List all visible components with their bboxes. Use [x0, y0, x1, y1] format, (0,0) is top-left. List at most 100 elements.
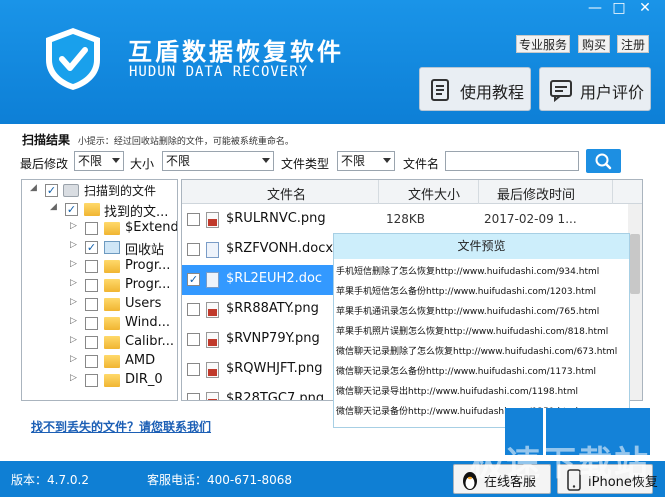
modified-filter-select[interactable]: 不限: [74, 151, 124, 171]
file-row-checkbox[interactable]: [187, 303, 200, 316]
file-row-checkbox[interactable]: [187, 213, 200, 226]
dropdown-arrow-icon: [112, 158, 120, 163]
tree-item[interactable]: ▷ Progr...: [22, 276, 177, 295]
column-header-date[interactable]: 最后修改时间: [497, 184, 575, 203]
folder-icon: [104, 298, 120, 311]
tree-item[interactable]: ▷ $Extend: [22, 219, 177, 238]
filetype-filter-label: 文件类型: [281, 157, 330, 171]
tree-item[interactable]: ▷ Wind...: [22, 314, 177, 333]
tree-item-label: Users: [125, 296, 162, 311]
file-row-checkbox[interactable]: [187, 393, 200, 400]
column-separator[interactable]: [478, 180, 479, 204]
tree-item-checkbox[interactable]: [85, 355, 98, 368]
collapse-arrow-icon[interactable]: ◢: [50, 202, 60, 212]
buy-link[interactable]: 购买: [578, 35, 610, 53]
file-name: $R28TGC7.png: [226, 391, 325, 401]
tree-found-node[interactable]: ◢ ✓ 找到的文...: [22, 200, 177, 220]
expand-arrow-icon[interactable]: ▷: [70, 297, 80, 307]
tree-item-checkbox[interactable]: [85, 374, 98, 387]
register-link[interactable]: 注册: [617, 35, 649, 53]
expand-arrow-icon[interactable]: ▷: [70, 259, 80, 269]
tree-item-checkbox[interactable]: [85, 279, 98, 292]
scrollbar-thumb[interactable]: [630, 234, 640, 294]
folder-icon: [104, 374, 120, 387]
expand-arrow-icon[interactable]: ▷: [70, 316, 80, 326]
file-row-checkbox[interactable]: ✓: [187, 273, 200, 286]
folder-tree: ◢ ✓ 扫描到的文件 ◢ ✓ 找到的文... ▷ $Extend ▷ ✓ 回收站…: [21, 179, 178, 401]
app-subtitle: HUDUN DATA RECOVERY: [129, 64, 309, 80]
tree-item-checkbox[interactable]: [85, 317, 98, 330]
collapse-arrow-icon[interactable]: ◢: [30, 183, 40, 193]
search-icon: [595, 153, 612, 170]
column-header-name[interactable]: 文件名: [267, 184, 306, 203]
file-preview-panel: 文件预览 手机短信删除了怎么恢复http://www.huifudashi.co…: [333, 233, 630, 428]
column-header-size[interactable]: 文件大小: [408, 184, 460, 203]
tree-item[interactable]: ▷ AMD: [22, 352, 177, 371]
tree-item-label: AMD: [125, 353, 156, 368]
tree-item[interactable]: ▷ ✓ 回收站: [22, 238, 177, 258]
hint-row: 扫描结果 小提示：经过回收站删除的文件，可能被系统重命名。: [22, 131, 294, 148]
file-row-checkbox[interactable]: [187, 243, 200, 256]
tutorial-button-label: 使用教程: [460, 83, 525, 102]
tree-item[interactable]: ▷ DIR_0: [22, 371, 177, 390]
search-button[interactable]: [586, 149, 621, 173]
tree-root-label: 扫描到的文件: [84, 184, 157, 198]
filetype-filter-select[interactable]: 不限: [337, 151, 395, 171]
file-row-checkbox[interactable]: [187, 333, 200, 346]
tree-item-label: DIR_0: [125, 372, 163, 387]
tree-item-checkbox[interactable]: [85, 260, 98, 273]
tree-item-checkbox[interactable]: ✓: [85, 241, 98, 254]
tree-root-checkbox[interactable]: ✓: [45, 184, 58, 197]
expand-arrow-icon[interactable]: ▷: [70, 221, 80, 231]
dropdown-arrow-icon: [262, 158, 270, 163]
tree-root-node[interactable]: ◢ ✓ 扫描到的文件: [22, 181, 177, 200]
folder-icon: [84, 203, 100, 216]
modified-filter-value: 不限: [78, 154, 103, 168]
expand-arrow-icon[interactable]: ▷: [70, 240, 80, 250]
watermark: 极速下载站: [470, 444, 650, 484]
contact-us-link[interactable]: 找不到丢失的文件？请您联系我们: [31, 418, 211, 435]
file-name: $RQWHJFT.png: [226, 361, 323, 376]
service-link[interactable]: 专业服务: [516, 35, 570, 53]
png-file-icon: [206, 362, 219, 378]
expand-arrow-icon[interactable]: ▷: [70, 354, 80, 364]
expand-arrow-icon[interactable]: ▷: [70, 335, 80, 345]
column-separator[interactable]: [612, 180, 613, 204]
expand-arrow-icon[interactable]: ▷: [70, 278, 80, 288]
tree-item-checkbox[interactable]: [85, 298, 98, 311]
file-name: $RR88ATY.png: [226, 301, 319, 316]
review-comment-icon: [550, 80, 572, 102]
user-review-button[interactable]: 用户评价: [539, 67, 651, 111]
file-name: $RL2EUH2.doc: [226, 271, 323, 286]
drive-icon: [63, 184, 79, 197]
size-filter-select[interactable]: 不限: [162, 151, 274, 171]
maximize-button[interactable]: □: [606, 0, 632, 18]
tree-item[interactable]: ▷ Users: [22, 295, 177, 314]
close-button[interactable]: ✕: [632, 0, 658, 18]
file-row[interactable]: $RULRNVC.png 128KB 2017-02-09 1...: [182, 205, 632, 235]
tree-item-label: Calibr...: [125, 334, 175, 349]
png-file-icon: [206, 332, 219, 348]
folder-icon: [104, 222, 120, 235]
column-separator[interactable]: [378, 180, 379, 204]
tutorial-button[interactable]: 使用教程: [419, 67, 531, 111]
tree-item-label: $Extend: [125, 220, 178, 235]
file-row-checkbox[interactable]: [187, 363, 200, 376]
tree-item[interactable]: ▷ Calibr...: [22, 333, 177, 352]
tree-item-checkbox[interactable]: [85, 222, 98, 235]
hotline-label: 客服电话：400-671-8068: [147, 473, 293, 487]
recycle-bin-icon: [104, 241, 120, 254]
png-file-icon: [206, 392, 219, 400]
filename-search-input[interactable]: [445, 151, 579, 171]
app-title: 互盾数据恢复软件: [128, 38, 344, 66]
expand-arrow-icon[interactable]: ▷: [70, 373, 80, 383]
file-name: $RVNP79Y.png: [226, 331, 320, 346]
tree-found-checkbox[interactable]: ✓: [65, 203, 78, 216]
preview-line: 苹果手机短信怎么备份http://www.huifudashi.com/1203…: [336, 287, 596, 297]
vertical-scrollbar[interactable]: [628, 204, 642, 400]
tree-item-checkbox[interactable]: [85, 336, 98, 349]
tree-item[interactable]: ▷ Progr...: [22, 257, 177, 276]
minimize-button[interactable]: —: [582, 0, 608, 18]
file-date: 2017-02-09 1...: [484, 212, 577, 226]
scan-result-label: 扫描结果: [22, 133, 71, 147]
